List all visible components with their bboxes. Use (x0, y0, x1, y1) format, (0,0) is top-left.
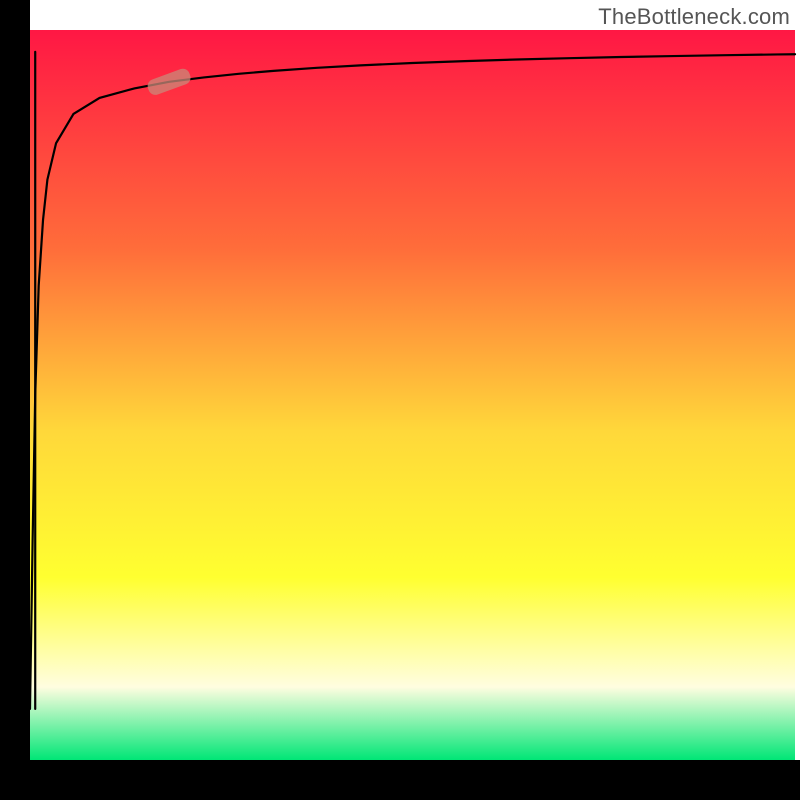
chart-svg (0, 0, 800, 800)
chart-root: TheBottleneck.com (0, 0, 800, 800)
watermark-text: TheBottleneck.com (598, 4, 790, 30)
x-axis-bar (0, 760, 800, 800)
plot-background (30, 30, 795, 760)
y-axis-bar (0, 0, 30, 800)
